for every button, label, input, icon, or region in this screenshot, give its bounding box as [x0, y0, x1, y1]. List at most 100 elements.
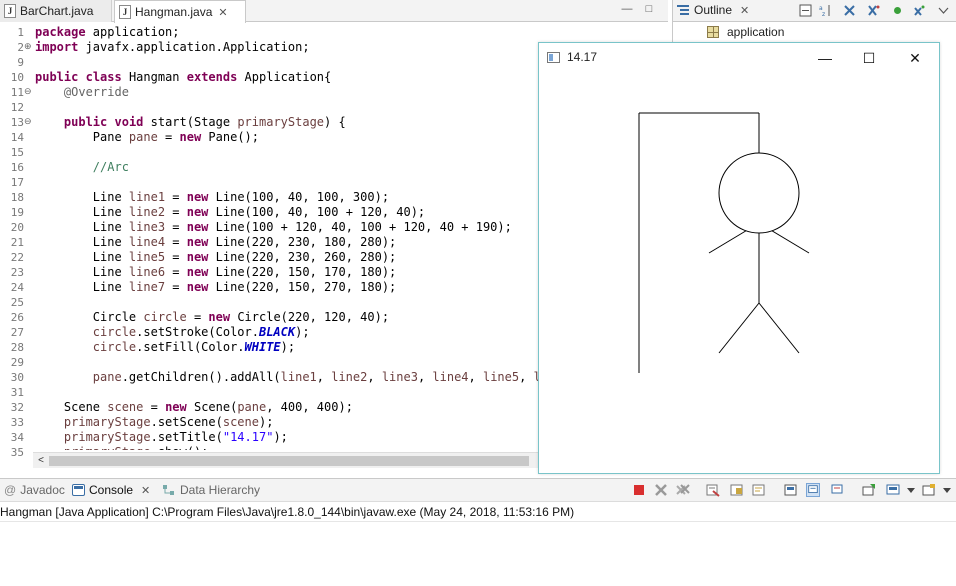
tab-console[interactable]: Console ✕: [72, 483, 150, 497]
view-menu-icon[interactable]: [937, 4, 950, 17]
collapse-all-icon[interactable]: [799, 4, 812, 17]
tab-data-hierarchy[interactable]: Data Hierarchy: [162, 483, 260, 497]
close-icon[interactable]: ✕: [740, 4, 749, 17]
line-number: 1: [17, 26, 24, 39]
code-token: .setStroke(Color.: [136, 325, 259, 339]
display-console-icon[interactable]: [886, 483, 900, 497]
editor-horizontal-scrollbar[interactable]: <: [33, 452, 538, 468]
word-wrap-icon[interactable]: [752, 483, 766, 497]
show-console-output-icon[interactable]: [806, 483, 820, 497]
code-token: =: [165, 235, 187, 249]
code-token: new: [186, 205, 209, 219]
tab-barchart-java[interactable]: J BarChart.java: [0, 0, 112, 22]
code-token: Line(220, 150, 170, 180);: [208, 265, 397, 279]
code-token: circle: [92, 325, 137, 339]
line-number: 11: [10, 86, 24, 99]
left-leg: [718, 302, 760, 354]
hide-local-types-icon[interactable]: [913, 4, 926, 17]
code-token: pane: [128, 130, 158, 144]
maximize-icon[interactable]: □: [642, 3, 656, 17]
line-number: 34: [10, 431, 24, 444]
code-token: new: [186, 220, 209, 234]
line-number: 16: [10, 161, 24, 174]
package-icon: [707, 26, 719, 38]
scroll-lock-icon[interactable]: [730, 483, 744, 497]
scrollbar-thumb[interactable]: [49, 456, 529, 466]
outline-item-application[interactable]: application: [707, 25, 784, 39]
line-number: 35: [10, 446, 24, 459]
code-token: WHITE: [244, 340, 281, 354]
hide-static-icon[interactable]: [867, 4, 880, 17]
scroll-left-icon[interactable]: <: [35, 454, 47, 468]
fold-toggle-icon[interactable]: ⊖: [24, 86, 32, 97]
hangman-canvas: [638, 112, 810, 373]
close-icon[interactable]: ✕: [218, 6, 227, 19]
code-token: circle: [92, 340, 137, 354]
line-number: 22: [10, 251, 24, 264]
app-titlebar[interactable]: 14.17 — ☐ ✕: [539, 43, 939, 73]
code-token: new: [186, 250, 209, 264]
new-console-icon[interactable]: [922, 483, 936, 497]
remove-all-icon[interactable]: [676, 483, 690, 497]
chevron-down-icon[interactable]: [940, 483, 954, 497]
code-token: );: [273, 430, 288, 444]
tab-javadoc[interactable]: @ Javadoc: [4, 483, 65, 497]
close-icon[interactable]: ✕: [903, 47, 927, 69]
code-line: //Arc: [35, 160, 129, 175]
code-token: =: [165, 205, 187, 219]
code-token: circle: [143, 310, 187, 324]
right-leg: [758, 302, 800, 354]
outline-header: Outline ✕ az: [673, 0, 956, 22]
outline-icon: [677, 4, 689, 16]
code-token: line6: [128, 265, 166, 279]
maximize-icon[interactable]: ☐: [857, 47, 881, 69]
code-editor[interactable]: package application; import javafx.applic…: [35, 23, 538, 450]
code-token: Line: [35, 280, 129, 294]
sort-icon[interactable]: az: [819, 4, 832, 17]
hide-nonpublic-icon[interactable]: [891, 4, 904, 17]
code-token: .setTitle(: [150, 430, 223, 444]
code-line: circle.setFill(Color.WHITE);: [35, 340, 295, 355]
code-token: =: [165, 220, 187, 234]
code-token: primaryStage: [63, 415, 151, 429]
line-number: 19: [10, 206, 24, 219]
console-output[interactable]: [0, 521, 956, 586]
code-line: Line line3 = new Line(100 + 120, 40, 100…: [35, 220, 512, 235]
minimize-icon[interactable]: —: [813, 47, 837, 69]
code-line: primaryStage.show();: [35, 445, 209, 450]
fold-toggle-icon[interactable]: ⊕: [24, 41, 32, 52]
remove-launch-icon[interactable]: [654, 483, 668, 497]
code-token: );: [280, 340, 296, 354]
line-number: 12: [10, 101, 24, 114]
code-token: new: [186, 235, 209, 249]
java-file-icon: J: [119, 5, 131, 19]
code-token: Scene(: [186, 400, 238, 414]
minimize-icon[interactable]: —: [620, 3, 634, 17]
fold-toggle-icon[interactable]: ⊖: [24, 116, 32, 127]
terminate-icon[interactable]: [632, 483, 646, 497]
code-line: primaryStage.setTitle("14.17");: [35, 430, 288, 445]
hide-fields-icon[interactable]: [843, 4, 856, 17]
code-token: line3: [381, 370, 418, 384]
show-console-error-icon[interactable]: [830, 483, 844, 497]
line-number: 20: [10, 221, 24, 234]
tab-label: Console: [89, 483, 134, 497]
pin-console-icon[interactable]: [784, 483, 798, 497]
code-token: ,: [519, 370, 534, 384]
tab-outline[interactable]: Outline ✕: [677, 3, 749, 17]
tab-hangman-java[interactable]: J Hangman.java ✕: [114, 0, 246, 23]
code-token: Line(100, 40, 100, 300);: [208, 190, 390, 204]
chevron-down-icon[interactable]: [904, 483, 918, 497]
line-number: 14: [10, 131, 24, 144]
code-token: Line: [35, 190, 129, 204]
code-token: ,: [367, 370, 382, 384]
line-number: 24: [10, 281, 24, 294]
clear-console-icon[interactable]: [706, 483, 720, 497]
open-console-icon[interactable]: [862, 483, 876, 497]
close-icon[interactable]: ✕: [141, 484, 150, 497]
code-line: package application;: [35, 25, 180, 40]
line-number: 29: [10, 356, 24, 369]
line-number: 32: [10, 401, 24, 414]
